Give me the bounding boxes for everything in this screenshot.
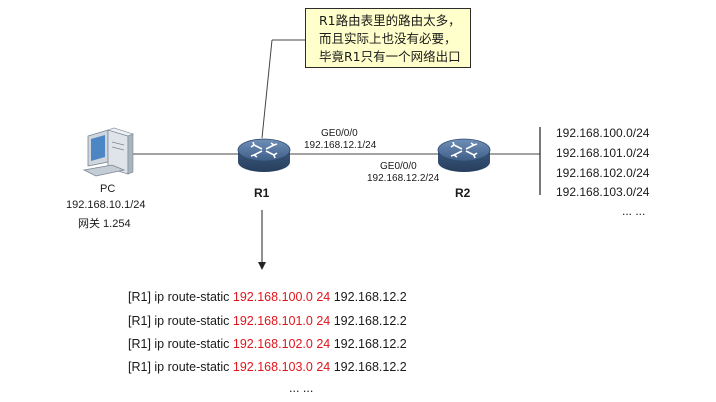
network-item: 192.168.102.0/24 [556,166,650,180]
pc-name: PC [100,183,116,195]
pc-ip: 192.168.10.1/24 [66,199,146,211]
command-prefix: [R1] ip route-static [128,337,233,351]
command-destination: 192.168.100.0 24 [232,290,331,304]
r2-ip: 192.168.12.2/24 [367,173,440,184]
r1-interface: GE0/0/0 [321,128,358,139]
commands-more: ... ... [289,381,314,395]
r1-name: R1 [254,186,270,200]
down-arrow-head [258,262,266,270]
network-item: 192.168.101.0/24 [556,146,650,160]
route-command: [R1] ip route-static 192.168.102.0 24 19… [128,337,407,351]
callout-pointer-leg [261,39,273,139]
callout-line: 而且实际上也没有必要， [319,31,457,46]
route-command: [R1] ip route-static 192.168.100.0 24 19… [128,290,407,304]
command-prefix: [R1] ip route-static [128,314,233,328]
command-destination: 192.168.103.0 24 [232,360,331,374]
command-nexthop: 192.168.12.2 [330,337,407,351]
command-destination: 192.168.101.0 24 [232,314,331,328]
route-command: [R1] ip route-static 192.168.103.0 24 19… [128,360,407,374]
r2-name: R2 [455,186,471,200]
r1-ip: 192.168.12.1/24 [304,140,377,151]
network-more: ... ... [622,204,646,218]
command-prefix: [R1] ip route-static [128,360,233,374]
router-icon [437,138,491,172]
router-icon [237,138,291,172]
callout-line: 毕竟R1只有一个网络出口 [319,49,461,64]
command-nexthop: 192.168.12.2 [330,314,407,328]
callout-note: R1路由表里的路由太多， 而且实际上也没有必要， 毕竟R1只有一个网络出口 [305,8,471,68]
network-item: 192.168.100.0/24 [556,126,650,140]
callout-line: R1路由表里的路由太多， [319,13,461,28]
pc-icon [82,127,134,177]
network-item: 192.168.103.0/24 [556,185,650,199]
r2-interface: GE0/0/0 [380,161,417,172]
route-command: [R1] ip route-static 192.168.101.0 24 19… [128,314,407,328]
command-prefix: [R1] ip route-static [128,290,233,304]
pc-gateway: 网关 1.254 [78,218,131,230]
command-nexthop: 192.168.12.2 [330,290,407,304]
command-nexthop: 192.168.12.2 [330,360,407,374]
command-destination: 192.168.102.0 24 [232,337,331,351]
